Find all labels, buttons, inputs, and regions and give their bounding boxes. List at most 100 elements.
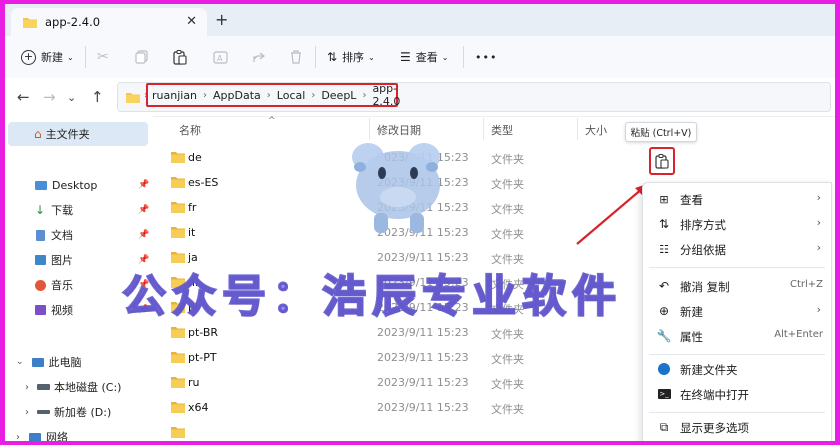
column-divider[interactable] [483,118,484,140]
file-name: ru [188,376,200,389]
menu-item-undo[interactable]: ↶ 撤消 复制 Ctrl+Z [643,274,831,298]
history-chevron-icon[interactable]: ⌄ [67,91,76,104]
sort-icon: ⇅ [327,50,338,64]
sidebar-item-label: 新加卷 (D:) [54,406,112,419]
video-icon [35,305,46,315]
toolbar-divider [85,46,86,68]
terminal-icon: >_ [657,389,671,399]
menu-item-label: 新建文件夹 [680,363,738,377]
forward-arrow-icon[interactable]: → [43,88,56,106]
view-icon: ☰ [400,50,411,64]
chevron-down-icon: ⌄ [441,52,449,62]
view-button[interactable]: ☰ 查看 ⌄ [400,46,448,68]
column-header-name[interactable]: 名称 [179,122,201,138]
new-tab-button[interactable]: + [215,10,228,29]
sidebar-item-label: Desktop [52,178,98,192]
file-type: 文件夹 [491,378,524,391]
more-button[interactable]: ••• [475,46,497,68]
sidebar-item-downloads[interactable]: ↓ 下载 📌 [5,198,149,222]
menu-item-label: 撤消 复制 [680,280,730,294]
breadcrumb-item[interactable]: ruanjian [152,89,197,102]
pin-icon[interactable]: 📌 [138,180,149,190]
file-name: fr [188,201,197,214]
sidebar-item-label: 图片 [51,254,73,267]
menu-item-group[interactable]: ☷ 分组依据 › [643,237,831,261]
chevron-down-icon: ⌄ [16,357,24,367]
rename-button[interactable]: A [213,46,228,68]
undo-icon: ↶ [658,279,670,293]
sidebar-item-videos[interactable]: 视频 📌 [5,298,149,322]
file-type: 文件夹 [491,203,524,216]
mascot-image [352,143,440,233]
column-header-type[interactable]: 类型 [491,122,513,138]
folder-icon [171,227,185,238]
breadcrumb-item[interactable]: Local [277,89,306,102]
menu-item-label: 分组依据 [680,243,726,257]
file-type: 文件夹 [491,178,524,191]
up-arrow-icon[interactable]: ↑ [91,88,104,106]
toolbar-divider [463,46,464,68]
paste-button[interactable] [173,46,187,68]
paste-icon [173,49,187,65]
sidebar-item-drive-d[interactable]: › 新加卷 (D:) [5,400,111,424]
menu-item-view[interactable]: ⊞ 查看 › [643,187,831,211]
svg-text:A: A [217,54,223,63]
tab-app[interactable]: app-2.4.0 ✕ [11,8,207,36]
tab-close-icon[interactable]: ✕ [186,14,197,29]
copy-icon [135,50,148,64]
context-paste-button[interactable] [649,147,675,175]
view-label: 查看 [415,51,438,64]
menu-divider [649,412,825,413]
breadcrumb-item[interactable]: AppData [213,89,261,102]
music-icon [35,279,46,291]
chevron-down-icon: ⌄ [67,52,74,62]
menu-item-more-options[interactable]: ⧉ 显示更多选项 [643,415,831,439]
sort-label: 排序 [342,51,365,64]
sidebar-item-desktop[interactable]: Desktop 📌 [5,173,149,197]
menu-item-label: 显示更多选项 [680,421,749,435]
menu-item-terminal[interactable]: >_ 在终端中打开 [643,382,831,406]
sidebar-item-network[interactable]: › 网络 [5,425,68,441]
cut-button[interactable]: ✂ [97,46,109,68]
sidebar-item-music[interactable]: 音乐 📌 [5,273,149,297]
sort-button[interactable]: ⇅ 排序 ⌄ [327,46,375,68]
menu-item-properties[interactable]: 🔧 属性 Alt+Enter [643,324,831,348]
sidebar-item-pictures[interactable]: 图片 📌 [5,248,149,272]
back-arrow-icon[interactable]: ← [17,88,30,106]
breadcrumb-item[interactable]: DeepL [321,89,356,102]
sidebar-item-drive-c[interactable]: › 本地磁盘 (C:) [5,375,121,399]
menu-divider [649,267,825,268]
desktop-icon [35,180,47,190]
chevron-right-icon: › [311,89,316,101]
command-bar: + 新建 ⌄ ✂ A ⇅ 排序 ⌄ ☰ 查看 ⌄ ••• [5,36,835,79]
pin-icon[interactable]: 📌 [138,205,149,215]
chevron-right-icon: › [203,89,208,101]
menu-item-sort[interactable]: ⇅ 排序方式 › [643,212,831,236]
file-name: de [188,151,202,164]
column-divider[interactable] [577,118,578,140]
file-date: 2023/9/11 15:23 [377,326,469,339]
menu-item-label: 属性 [680,330,703,344]
menu-item-new[interactable]: ⊕ 新建 › [643,299,831,323]
chevron-right-icon: › [816,303,821,316]
folder-icon [171,177,185,188]
sidebar-item-home[interactable]: ⌂ 主文件夹 [8,122,148,146]
copy-button[interactable] [135,46,149,68]
column-header-size[interactable]: 大小 [585,122,607,138]
chevron-right-icon: › [816,216,821,229]
file-date: 2023/9/11 15:23 [377,351,469,364]
sidebar-item-documents[interactable]: 文档 📌 [5,223,149,247]
sidebar-item-this-pc[interactable]: ⌄ 此电脑 [5,350,82,374]
menu-item-new-folder[interactable]: 新建文件夹 [643,357,831,381]
file-type: 文件夹 [491,228,524,241]
delete-button[interactable] [290,46,302,68]
new-button[interactable]: + 新建 ⌄ [21,46,74,68]
shortcut-label: Ctrl+Z [789,279,823,290]
folder-icon [171,352,185,363]
home-icon: ⌂ [34,127,42,141]
share-button[interactable] [252,46,266,68]
folder-icon [171,427,185,438]
breadcrumb-item[interactable]: app-2.4.0 [372,82,400,108]
pin-icon[interactable]: 📌 [138,230,149,240]
file-row[interactable]: de 2023/9/11 15:23 文件夹 [155,146,835,170]
